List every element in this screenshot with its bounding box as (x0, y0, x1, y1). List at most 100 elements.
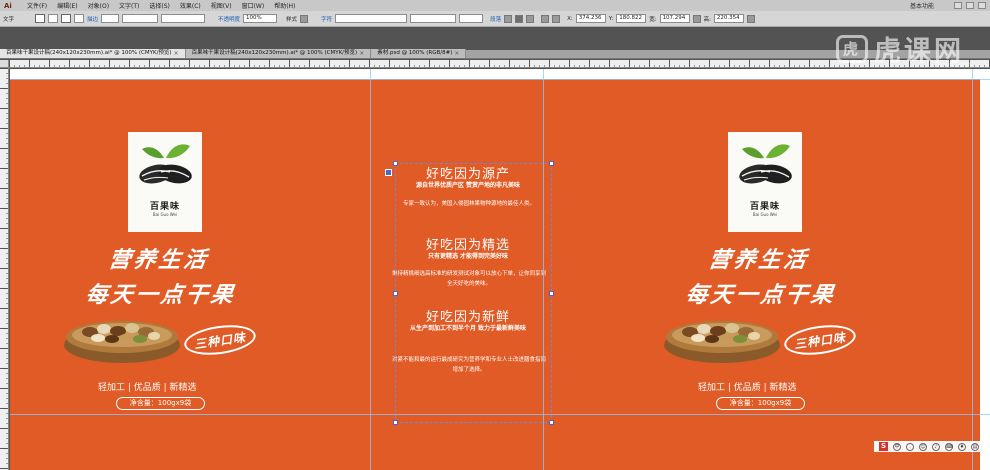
menu-edit[interactable]: 编辑(E) (52, 1, 82, 10)
w-label: 宽: (649, 16, 657, 23)
y-label: Y: (608, 15, 614, 22)
menu-view[interactable]: 视图(V) (206, 1, 237, 10)
flavor-badge[interactable]: 三种口味 (782, 321, 858, 359)
minimize-button[interactable] (954, 2, 962, 9)
text-insertion-marker[interactable] (385, 169, 392, 176)
paragraph-label[interactable]: 段落 (490, 15, 501, 23)
menu-window[interactable]: 窗口(W) (237, 1, 270, 10)
style-label: 样式 (286, 16, 298, 23)
illustrator-window: Ai 文件(F) 编辑(E) 对象(O) 文字(T) 选择(S) 效果(C) 视… (0, 0, 990, 470)
doc-tab-2[interactable]: 百果味干果设计稿(240x120x230mm).ai* @ 100% (CMYK… (185, 49, 372, 58)
w-field[interactable]: 107.294 (659, 14, 690, 23)
menu-bar: Ai 文件(F) 编辑(E) 对象(O) 文字(T) 选择(S) 效果(C) 视… (0, 0, 990, 11)
doc-tab-3[interactable]: 素材.psd @ 100% (RGB/8#) × (371, 49, 467, 58)
menu-help[interactable]: 帮助(H) (269, 1, 300, 10)
font-size-field[interactable] (459, 14, 484, 23)
doc-tab-label: 素材.psd @ 100% (RGB/8#) (377, 50, 453, 56)
watermark: 虎 虎课网 huke88.com (836, 29, 972, 68)
language-toggle-icon[interactable]: 中 (893, 442, 901, 451)
transform-icon[interactable] (541, 14, 550, 23)
brand-name: 百果味 (149, 202, 180, 212)
nut-bowl-image[interactable] (60, 305, 184, 365)
h-field[interactable]: 220.354 (713, 14, 744, 23)
close-icon[interactable]: × (359, 49, 364, 58)
resize-handle[interactable] (549, 291, 554, 296)
nut-bowl-image[interactable] (660, 305, 784, 365)
features-text[interactable]: 轻加工 | 优品质 | 新精选 (698, 380, 797, 393)
flavor-badge[interactable]: 三种口味 (182, 321, 258, 359)
font-family-field[interactable] (335, 14, 408, 23)
menu-file[interactable]: 文件(F) (22, 1, 52, 10)
tools-icon[interactable]: ▤ (971, 442, 979, 451)
keyboard-icon[interactable]: ⌨ (945, 442, 953, 451)
font-style-field[interactable] (410, 14, 457, 23)
x-field[interactable]: 374.236 (575, 14, 606, 23)
control-bar: 文字 描边 不透明度 100% 样式 字符 段落 X: 374.236 Y: 1… (0, 11, 990, 27)
guide-vertical[interactable] (972, 69, 973, 470)
app-logo: Ai (4, 1, 12, 10)
brand-logo-card[interactable]: 百果味 Bai Guo Wei (728, 132, 802, 232)
stroke-weight-field[interactable] (101, 14, 120, 23)
maximize-button[interactable] (966, 2, 974, 9)
doc-tab-1[interactable]: 百果味干果设计稿(240x120x230mm).ai* @ 100% (CMYK… (0, 49, 186, 58)
align-left-icon[interactable] (504, 14, 513, 23)
menu-select[interactable]: 选择(S) (144, 1, 175, 10)
brand-subtitle: Bai Guo Wei (752, 212, 778, 217)
resize-handle[interactable] (393, 161, 398, 166)
canvas[interactable]: 百果味 Bai Guo Wei 营养生活 每天一点干果 三种口味 轻加工 | 优… (10, 69, 990, 470)
x-label: X: (567, 15, 573, 22)
menu-type[interactable]: 文字(T) (114, 1, 144, 10)
resize-handle[interactable] (549, 161, 554, 166)
net-content-pill[interactable]: 净含量：100gx9袋 (716, 397, 805, 410)
align-right-icon[interactable] (526, 14, 535, 23)
vertical-ruler[interactable] (0, 68, 9, 470)
character-label[interactable]: 字符 (321, 15, 332, 23)
style-swatch-icon[interactable] (300, 14, 309, 23)
workspace-switcher[interactable]: 基本功能 (910, 1, 950, 10)
y-field[interactable]: 180.822 (616, 14, 647, 23)
sogou-ime-icon[interactable]: S (879, 442, 888, 451)
ruler-origin[interactable] (0, 60, 9, 68)
resize-handle[interactable] (393, 291, 398, 296)
fill-swatch[interactable] (35, 14, 46, 23)
align-objects-icon[interactable] (552, 14, 561, 23)
net-content-pill[interactable]: 净含量：100gx9袋 (116, 397, 205, 410)
slogan-line1[interactable]: 营养生活 (107, 242, 212, 274)
voice-icon[interactable]: ♪ (932, 442, 940, 451)
align-center-icon[interactable] (515, 14, 524, 23)
menu-effect[interactable]: 效果(C) (175, 1, 206, 10)
opacity-field[interactable]: 100% (243, 14, 278, 23)
doc-tab-label: 百果味干果设计稿(240x120x230mm).ai* @ 100% (CMYK… (191, 50, 358, 56)
variable-width-dropdown[interactable] (122, 14, 159, 23)
nut-logo-icon (139, 144, 192, 184)
stroke-label[interactable]: 描边 (87, 15, 98, 23)
brand-name: 百果味 (749, 202, 780, 212)
features-text[interactable]: 轻加工 | 优品质 | 新精选 (98, 380, 197, 393)
close-icon[interactable]: × (454, 49, 459, 58)
punctuation-icon[interactable]: . (906, 442, 914, 451)
resize-handle[interactable] (549, 420, 554, 425)
stroke-swatch[interactable] (61, 14, 72, 23)
watermark-domain: huke88.com (935, 61, 972, 68)
nut-logo-icon (739, 144, 792, 184)
slogan-line1[interactable]: 营养生活 (707, 242, 812, 274)
guide-vertical[interactable] (370, 69, 371, 470)
resize-handle[interactable] (393, 420, 398, 425)
link-proportions-icon[interactable] (692, 14, 701, 23)
stroke-dropdown[interactable] (74, 14, 85, 23)
h-label: 高: (703, 16, 711, 23)
fill-dropdown[interactable] (48, 14, 59, 23)
guide-horizontal[interactable] (10, 79, 990, 80)
opacity-label[interactable]: 不透明度 (218, 15, 240, 23)
brush-dropdown[interactable] (161, 14, 206, 23)
doc-tab-label: 百果味干果设计稿(240x120x230mm).ai* @ 100% (CMYK… (6, 50, 172, 56)
panel-menu-icon[interactable] (746, 14, 755, 23)
brand-logo-card[interactable]: 百果味 Bai Guo Wei (128, 132, 202, 232)
selection-bounding-box[interactable] (393, 161, 554, 425)
object-type-label: 文字 (3, 16, 15, 23)
emoji-icon[interactable]: ☺ (919, 442, 927, 451)
close-icon[interactable]: × (174, 49, 179, 58)
skin-icon[interactable]: ♦ (958, 442, 966, 451)
close-button[interactable] (978, 2, 986, 9)
menu-object[interactable]: 对象(O) (83, 1, 114, 10)
